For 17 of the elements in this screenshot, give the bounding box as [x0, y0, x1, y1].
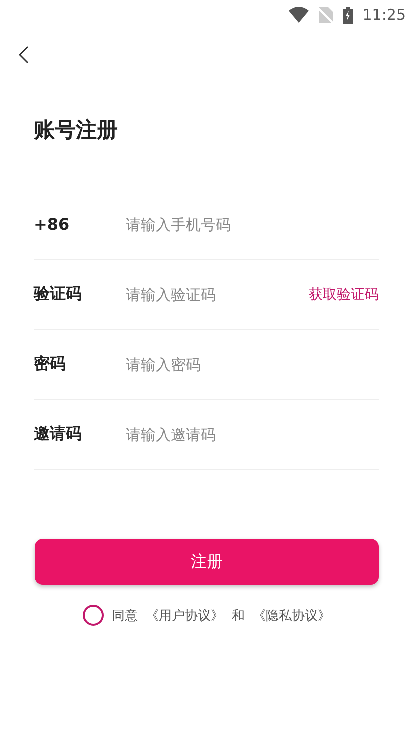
back-icon[interactable]: [19, 46, 29, 64]
wifi-icon: [288, 7, 309, 23]
agreement-link[interactable]: 《隐私协议》: [253, 606, 331, 624]
get-code-link[interactable]: 获取验证码: [309, 286, 379, 304]
field-label: +86: [34, 215, 71, 234]
page-title: 账号注册: [34, 117, 119, 144]
agreement-link[interactable]: 《用户协议》: [146, 606, 224, 624]
agree-checkbox[interactable]: [83, 605, 104, 626]
agree-text: 同意: [112, 608, 138, 624]
field-label: 密码: [34, 354, 67, 375]
battery-icon: [342, 6, 353, 24]
register-button[interactable]: 注册: [35, 539, 379, 585]
status-time: 11:25: [362, 6, 406, 24]
no-sim-icon: [318, 7, 333, 23]
field-label: 验证码: [34, 284, 83, 305]
field-label: 邀请码: [34, 424, 83, 445]
agree-text: 和: [232, 608, 245, 624]
